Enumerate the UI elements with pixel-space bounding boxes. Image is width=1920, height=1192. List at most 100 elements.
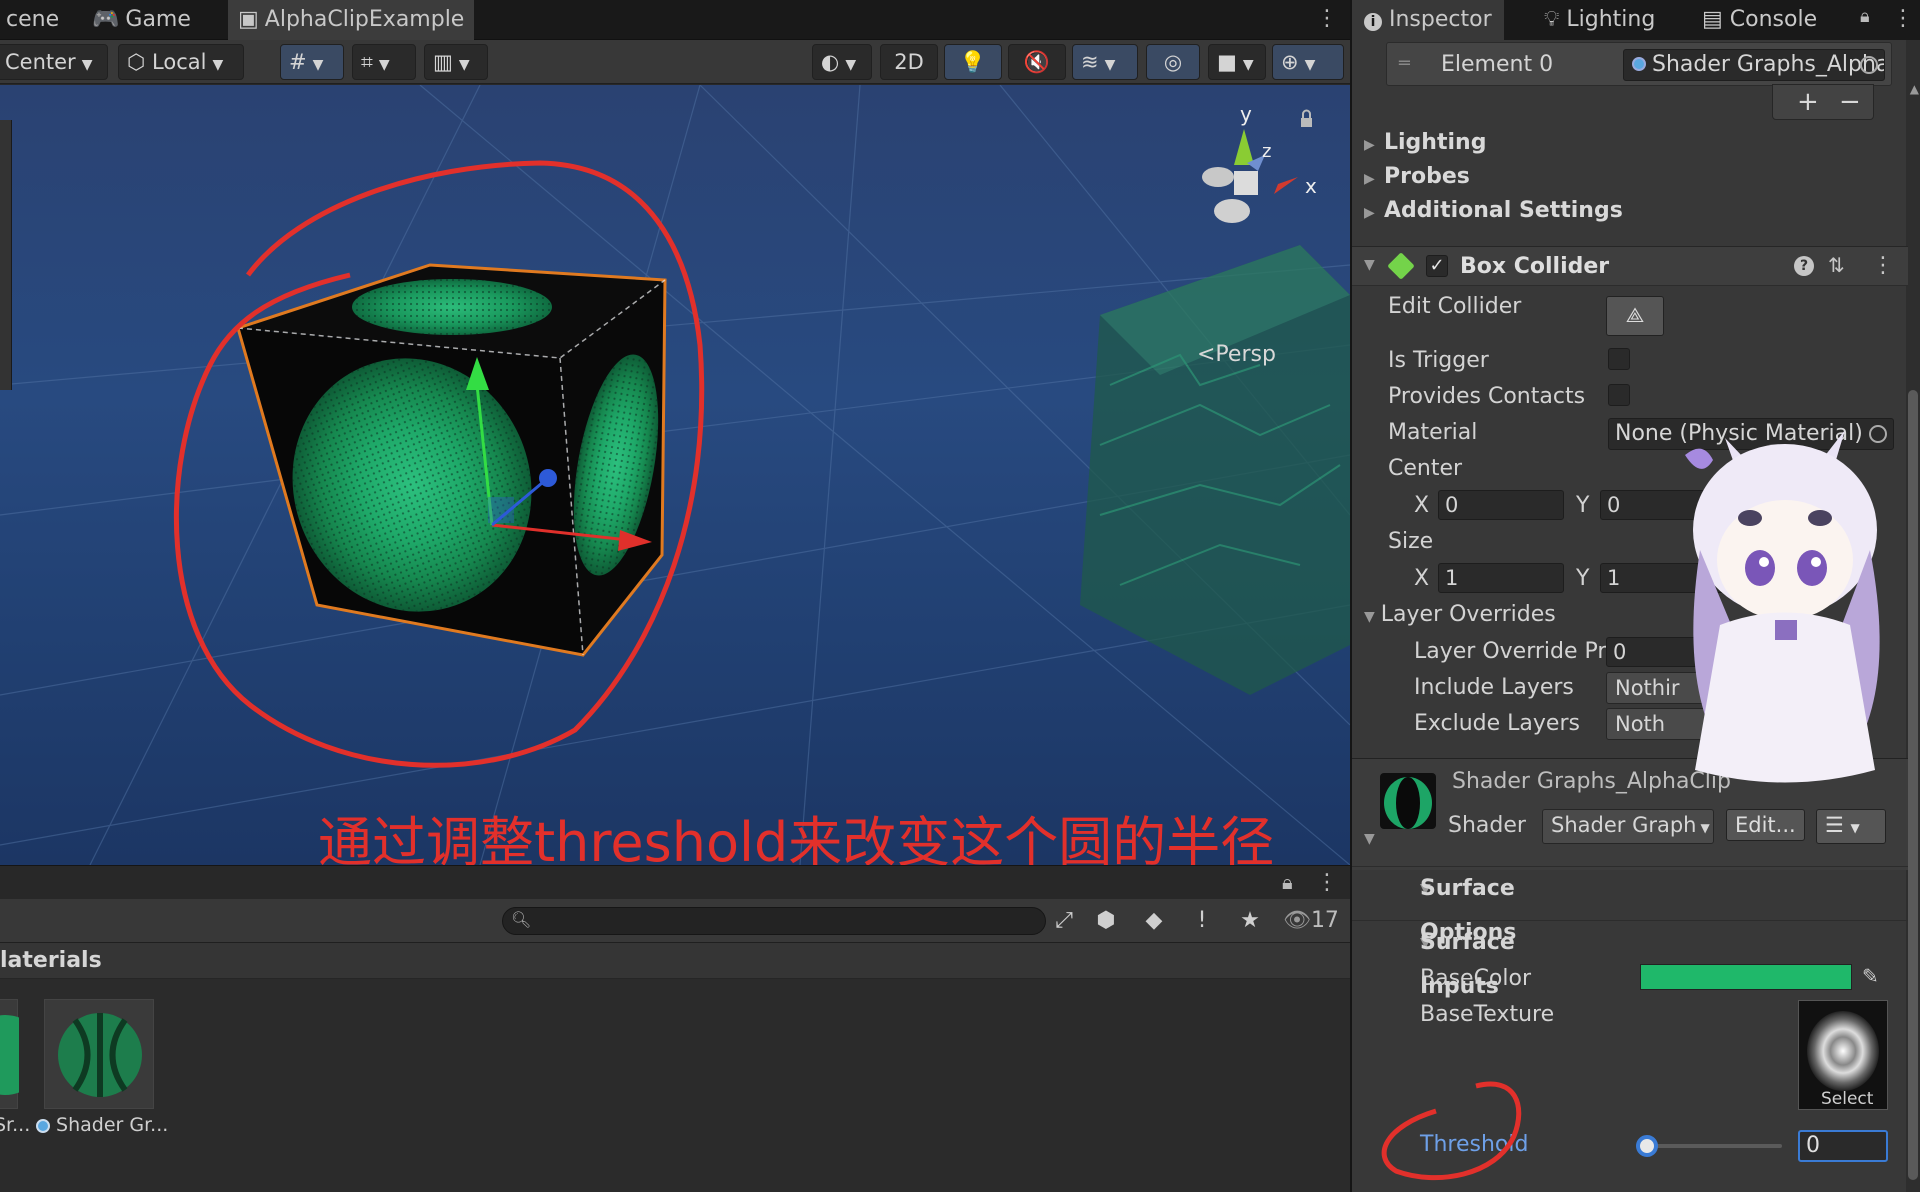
warning-icon[interactable]: ! — [1186, 905, 1218, 937]
shader-dropdown[interactable]: Shader Graph ▼ — [1542, 809, 1714, 844]
foldout-probes[interactable]: ▶ Probes — [1364, 164, 1470, 189]
audio-toggle[interactable]: 🔇 — [1008, 44, 1066, 80]
chevron-down-icon: ▼ — [1242, 57, 1254, 73]
presets-icon[interactable]: ⇅ — [1828, 253, 1845, 277]
project-panel-header: 🔒︎ ⋮ — [0, 865, 1350, 899]
material-options-dropdown[interactable]: ☰ ▼ — [1816, 809, 1886, 844]
filter-type-icon[interactable]: ⬢ — [1090, 905, 1122, 937]
list-icon: ☰ — [1825, 813, 1844, 837]
asset-label[interactable]: Sr... — [0, 1114, 30, 1136]
lighting-toggle[interactable]: 💡 — [944, 44, 1002, 80]
expand-icon[interactable]: ⤢ — [1048, 905, 1080, 937]
texture-select-button[interactable]: Select — [1821, 1089, 1873, 1109]
tab-game[interactable]: 🎮 Game — [82, 0, 201, 40]
tab-inspector[interactable]: i Inspector — [1352, 0, 1504, 40]
center-x-field[interactable]: 0 — [1438, 490, 1564, 520]
increment-snap-toggle[interactable]: ⌗ ▼ — [352, 44, 416, 80]
material-list-element[interactable]: ═ Element 0 Shader Graphs_AlphaC — [1386, 42, 1892, 86]
breadcrumb: laterials — [0, 943, 1350, 979]
pivot-dropdown[interactable]: Center ▼ — [0, 44, 108, 80]
threshold-slider-knob[interactable] — [1636, 1135, 1658, 1157]
base-texture-label: BaseTexture — [1420, 1002, 1555, 1027]
base-color-swatch[interactable] — [1640, 964, 1852, 990]
asset-thumbnail[interactable] — [44, 999, 154, 1109]
component-menu-kebab-icon[interactable]: ⋮ — [1872, 253, 1894, 278]
visible-count: 👁︎17 — [1283, 905, 1339, 937]
camera-dropdown[interactable]: ■ ▼ — [1208, 44, 1266, 80]
object-picker-icon[interactable] — [1860, 56, 1878, 74]
gizmos-dropdown[interactable]: ⊕ ▼ — [1272, 44, 1344, 80]
chevron-down-icon[interactable]: ▼ — [1364, 257, 1375, 273]
remove-element-button[interactable]: − — [1839, 85, 1861, 119]
center-y-label: Y — [1576, 493, 1590, 518]
hidden-objects-toggle[interactable]: ◎ — [1146, 44, 1200, 80]
grid-snap-toggle[interactable]: # ▼ — [280, 44, 344, 80]
overlay-toolbar-fragment[interactable] — [0, 120, 12, 390]
foldout-lighting-label: Lighting — [1384, 130, 1487, 155]
tab-console[interactable]: ▤ Console — [1690, 0, 1829, 40]
effects-dropdown[interactable]: ≋ ▼ — [1072, 44, 1138, 80]
texture-preview — [1807, 1011, 1879, 1091]
project-count: 17 — [1310, 908, 1339, 933]
scene-tabbar: cene 🎮 Game ▣ AlphaClipExample ⋮ — [0, 0, 1350, 40]
space-dropdown[interactable]: ⬡ Local ▼ — [118, 44, 244, 80]
asset-label[interactable]: Shader Gr... — [36, 1114, 168, 1136]
projection-label[interactable]: <Persp — [1197, 342, 1276, 367]
scroll-up-icon[interactable]: ▲ — [1910, 82, 1919, 96]
foldout-additional-label: Additional Settings — [1384, 198, 1623, 223]
gamepad-icon: 🎮 — [92, 7, 120, 32]
console-icon: ▤ — [1702, 7, 1723, 32]
box-collider-enabled-checkbox[interactable]: ✓ — [1426, 255, 1448, 277]
drag-handle-icon[interactable]: ═ — [1399, 53, 1417, 74]
threshold-value-field[interactable]: 0 — [1798, 1130, 1888, 1162]
surface-options-foldout[interactable]: ▼ Surface Options — [1352, 866, 1908, 945]
sphere-shading-icon: ◐ — [821, 50, 840, 74]
element-material-field[interactable]: Shader Graphs_AlphaC — [1623, 49, 1885, 81]
project-search-input[interactable]: 🔍︎ — [502, 907, 1046, 935]
edit-collider-button[interactable]: ⟁ — [1606, 296, 1664, 336]
foldout-lighting[interactable]: ▶ Lighting — [1364, 130, 1486, 155]
size-x-field[interactable]: 1 — [1438, 563, 1564, 593]
foldout-additional-settings[interactable]: ▶ Additional Settings — [1364, 198, 1623, 223]
edit-bounds-icon: ⟁ — [1625, 303, 1645, 327]
project-assets-grid: Sr... Shader Gr... — [0, 979, 1350, 1192]
lock-icon[interactable]: 🔒︎ — [1282, 870, 1293, 894]
provides-contacts-checkbox[interactable] — [1608, 384, 1630, 406]
is-trigger-checkbox[interactable] — [1608, 348, 1630, 370]
tab-lighting[interactable]: 💡︎ Lighting — [1532, 0, 1667, 40]
tab-game-label: Game — [125, 7, 191, 32]
asset-thumbnail[interactable] — [0, 999, 45, 1109]
inspector-tabbar: i Inspector 💡︎ Lighting ▤ Console 🔒︎ ⋮ — [1352, 0, 1920, 40]
ruler-icon: ▥ — [433, 50, 453, 74]
alphaclip-cube[interactable] — [236, 263, 673, 657]
mode-2d-button[interactable]: 2D — [880, 44, 938, 80]
tag-icon[interactable]: ◆ — [1138, 905, 1170, 937]
edit-shader-button[interactable]: Edit... — [1726, 809, 1805, 841]
scene-menu-kebab-icon[interactable]: ⋮ — [1316, 8, 1338, 30]
scene-toolbar: Center ▼ ⬡ Local ▼ # ▼ ⌗ ▼ ▥ ▼ ◐ ▼ 2D 💡 🔇 ≋ ▼ ◎… — [0, 40, 1350, 84]
list-add-remove: + − — [1772, 84, 1874, 120]
gizmo-y-label: y — [1240, 102, 1252, 126]
add-element-button[interactable]: + — [1797, 85, 1819, 119]
scene-viewport[interactable]: y z x <Persp 通过调整threshold来改变这个圆的半径 — [0, 85, 1350, 865]
surface-inputs-label: Surface Inputs — [1420, 930, 1515, 999]
chevron-down-icon[interactable]: ▼ — [1364, 831, 1375, 847]
layer-overrides-foldout[interactable]: ▼ Layer Overrides — [1364, 602, 1556, 627]
star-icon[interactable]: ★ — [1234, 905, 1266, 937]
inspector-menu-kebab-icon[interactable]: ⋮ — [1892, 8, 1914, 30]
project-menu-kebab-icon[interactable]: ⋮ — [1316, 872, 1338, 894]
tab-alphaclip-example[interactable]: ▣ AlphaClipExample — [228, 0, 475, 40]
shader-label: Shader — [1448, 813, 1526, 838]
grid-visibility-toggle[interactable]: ▥ ▼ — [424, 44, 488, 80]
help-icon[interactable]: ? — [1794, 256, 1814, 276]
folder-label: laterials — [0, 948, 102, 973]
draw-mode-dropdown[interactable]: ◐ ▼ — [812, 44, 872, 80]
lock-icon[interactable]: 🔒︎ — [1860, 6, 1870, 27]
base-texture-slot[interactable]: Select — [1798, 1000, 1888, 1110]
box-collider-header[interactable]: ▼ ✓ Box Collider ? ⇅ ⋮ — [1352, 246, 1908, 286]
eyedropper-icon[interactable]: ✎ — [1862, 964, 1879, 988]
view-orientation-gizmo[interactable]: y z x — [1202, 102, 1317, 223]
tab-scene[interactable]: cene — [0, 0, 69, 40]
center-x-label: X — [1414, 493, 1430, 518]
surface-inputs-foldout[interactable]: ▼ Surface Inputs — [1352, 920, 1908, 999]
